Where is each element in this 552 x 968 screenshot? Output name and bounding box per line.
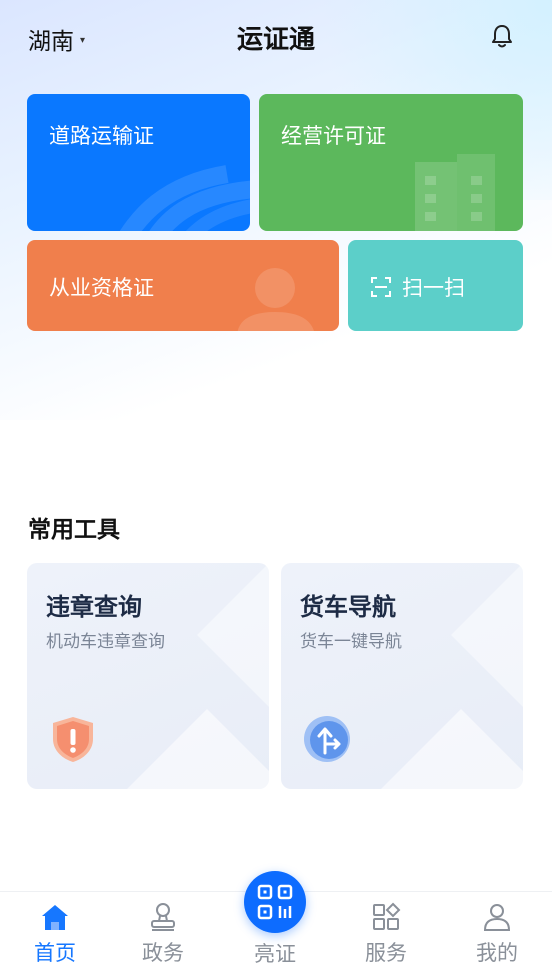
violation-query-title: 违章查询 <box>46 593 142 621</box>
bell-icon[interactable] <box>488 22 516 50</box>
violation-query-card[interactable]: 违章查询 机动车违章查询 <box>27 563 269 789</box>
road-transport-card[interactable]: 道路运输证 <box>27 94 250 231</box>
tab-home[interactable]: 首页 <box>0 892 110 968</box>
warning-shield-icon <box>53 717 93 762</box>
scan-card[interactable]: 扫一扫 <box>348 240 523 331</box>
user-icon <box>483 904 511 931</box>
tab-profile[interactable]: 我的 <box>442 892 552 968</box>
scan-row: 扫一扫 <box>370 272 465 302</box>
home-icon <box>42 905 68 930</box>
tab-government-label: 政务 <box>142 941 184 965</box>
app-header: 湖南 ▾ 运证通 <box>0 0 552 75</box>
grid-icon <box>373 902 401 930</box>
truck-navigation-card[interactable]: 货车导航 货车一键导航 <box>281 563 523 789</box>
qualification-label: 从业资格证 <box>49 276 154 300</box>
stamp-icon <box>151 903 175 931</box>
truck-navigation-title: 货车导航 <box>300 593 396 621</box>
tab-services[interactable]: 服务 <box>331 892 441 968</box>
business-license-card[interactable]: 经营许可证 <box>259 94 523 231</box>
tab-services-label: 服务 <box>365 941 407 965</box>
page-title: 运证通 <box>236 25 315 55</box>
show-certificate-button[interactable] <box>244 871 306 933</box>
road-transport-label: 道路运输证 <box>49 124 154 148</box>
scan-icon <box>371 277 391 297</box>
road-decoration-icon <box>119 165 250 231</box>
tab-government[interactable]: 政务 <box>108 892 218 968</box>
tab-profile-label: 我的 <box>476 941 518 965</box>
business-license-label: 经营许可证 <box>281 124 386 148</box>
common-tools-title: 常用工具 <box>28 517 120 543</box>
tab-home-label: 首页 <box>34 941 76 965</box>
qr-code-icon <box>257 884 293 920</box>
tab-show-certificate-label[interactable]: 亮证 <box>224 938 326 968</box>
scan-label: 扫一扫 <box>402 276 465 300</box>
truck-navigation-subtitle: 货车一键导航 <box>300 632 402 652</box>
violation-query-subtitle: 机动车违章查询 <box>46 632 165 652</box>
navigation-icon <box>304 716 350 762</box>
building-decoration-icon <box>415 154 495 231</box>
qualification-card[interactable]: 从业资格证 <box>27 240 339 331</box>
